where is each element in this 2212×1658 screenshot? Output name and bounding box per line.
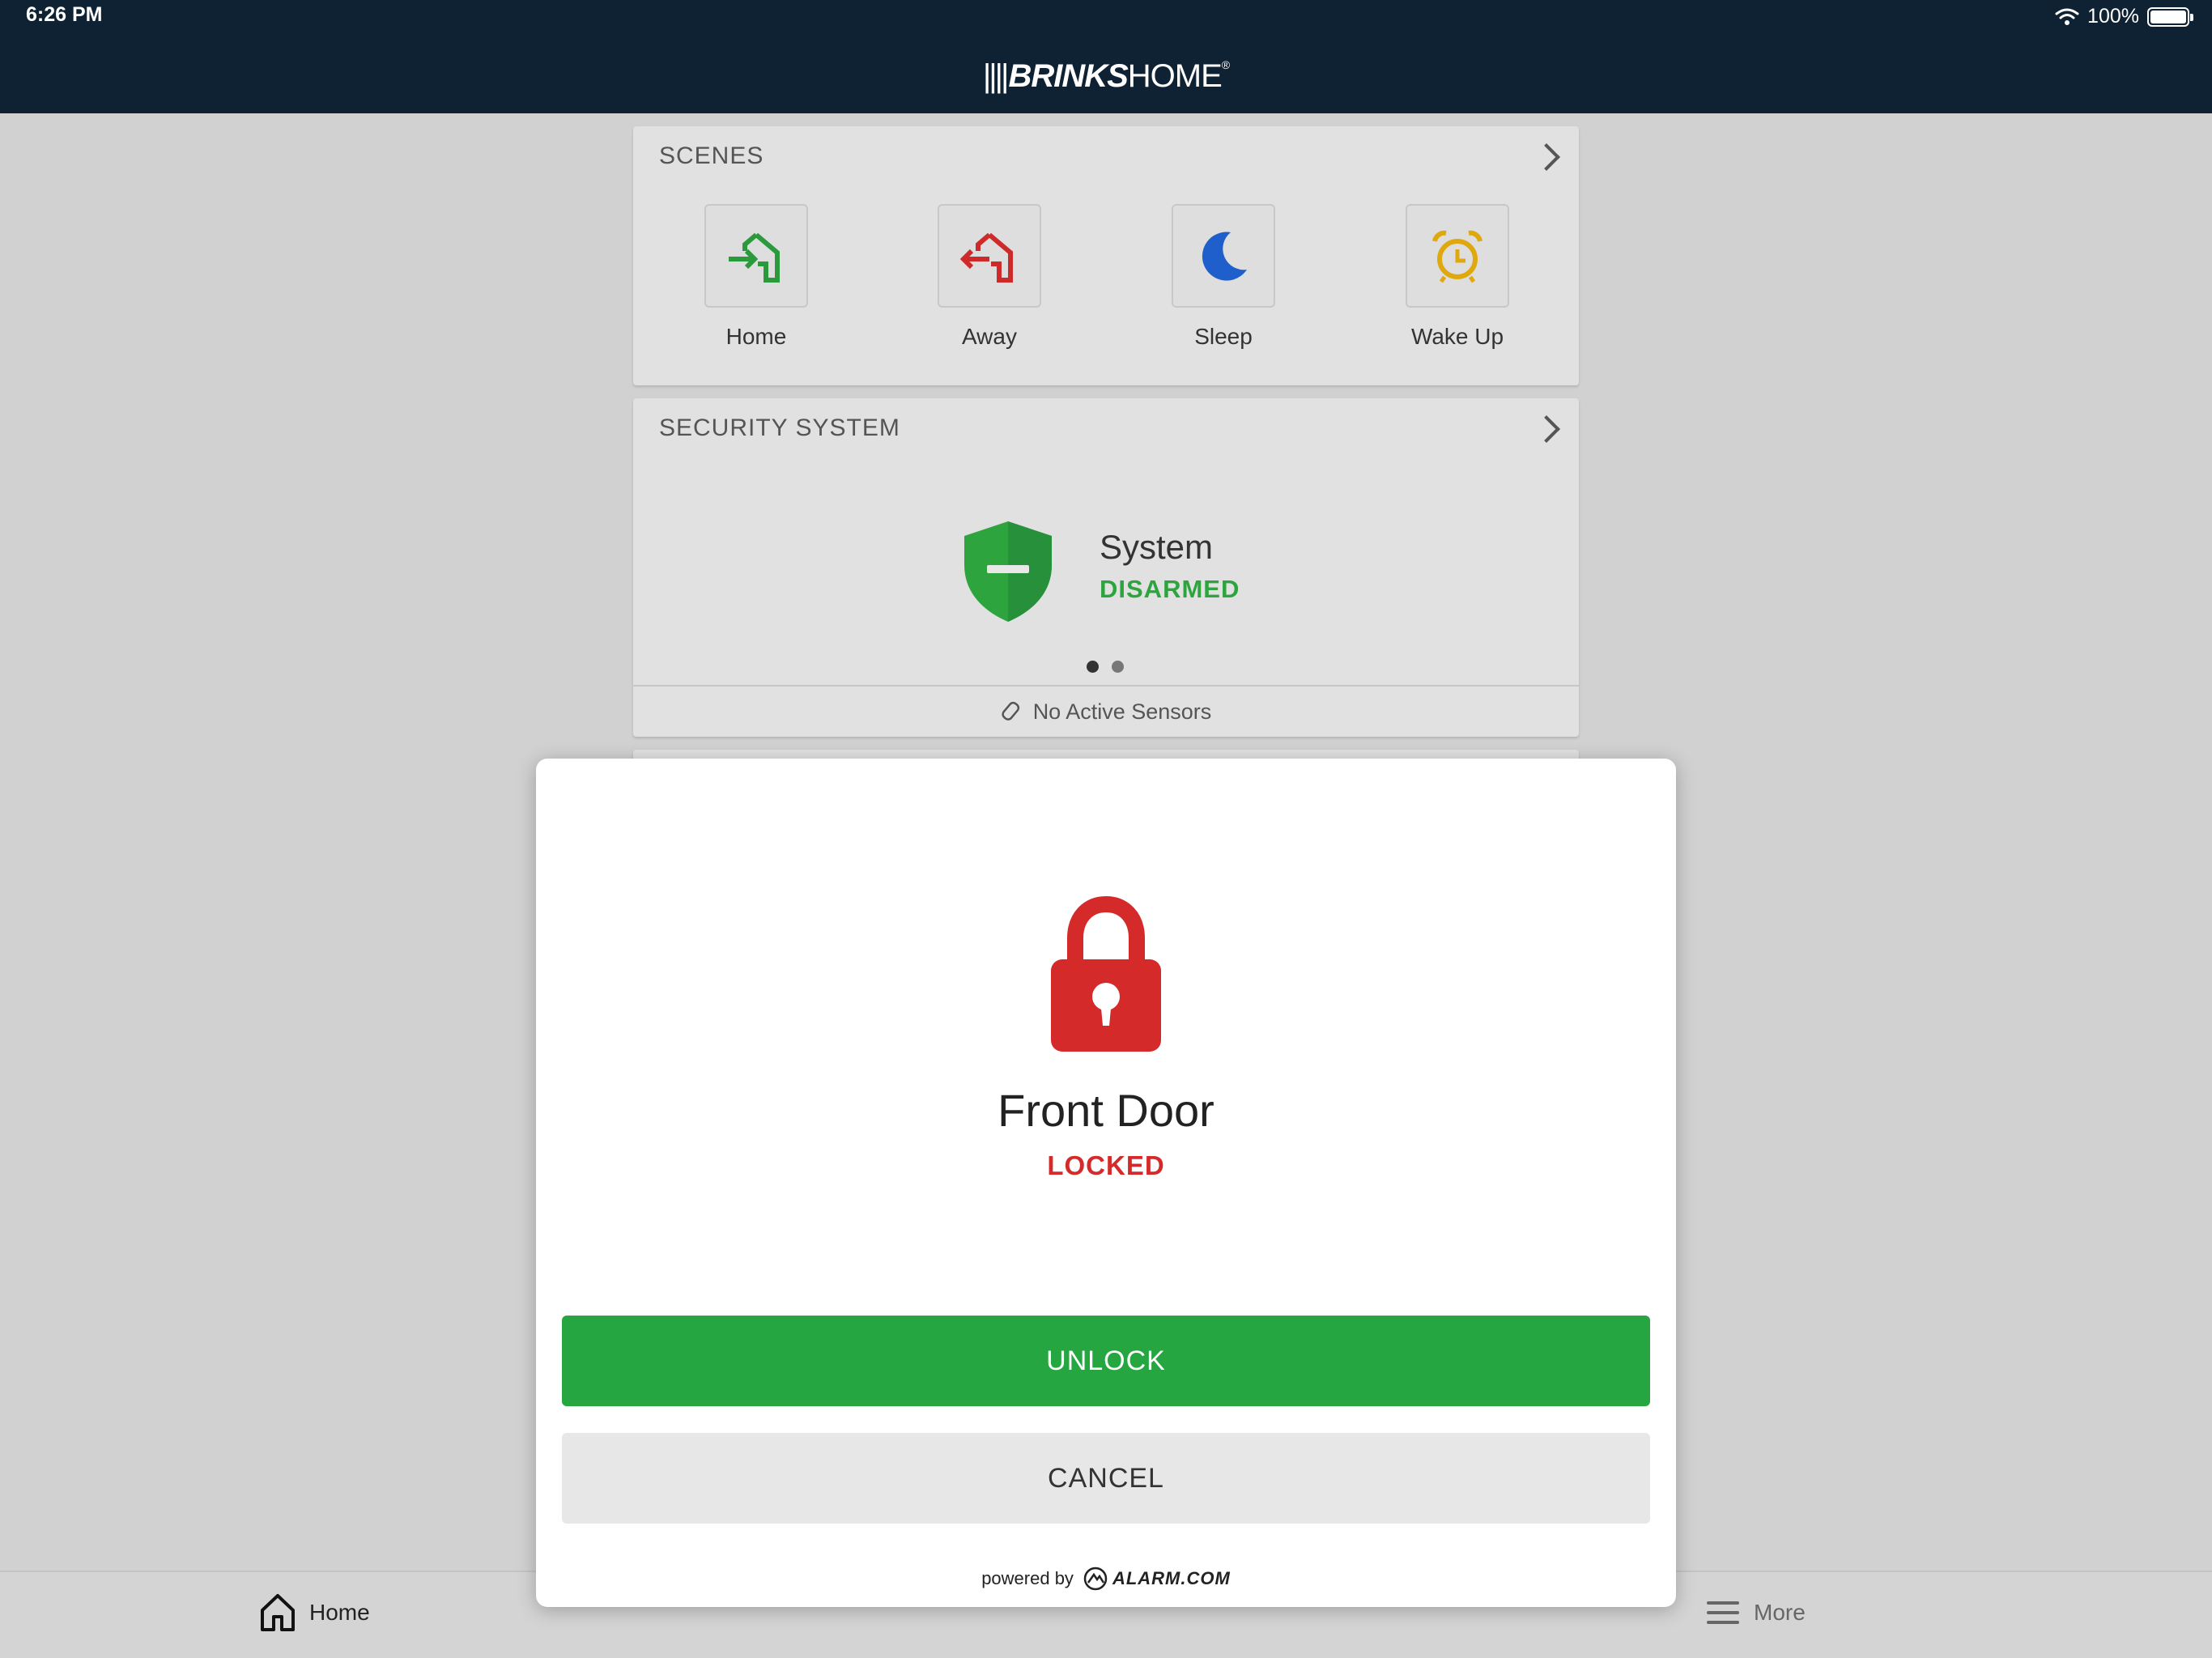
system-name: System [1100,528,1214,566]
scene-home[interactable]: Home [704,204,808,350]
battery-percent: 100% [2087,5,2139,28]
lock-control-modal: Front Door LOCKED UNLOCK CANCEL powered … [536,759,1676,1607]
padlock-locked-icon [1051,896,1161,1052]
alarm-com-logo-text: ALARM.COM [1112,1568,1231,1588]
security-title: SECURITY SYSTEM [659,414,900,441]
scenes-card: SCENES Home Away Sleep Wake Up [633,126,1579,385]
nav-home[interactable]: Home [259,1572,370,1653]
status-time: 6:26 PM [26,3,103,26]
page-dot-2[interactable] [1112,661,1124,673]
nav-more[interactable]: More [1705,1572,1806,1653]
sensors-status[interactable]: No Active Sensors [633,685,1579,737]
scene-sleep-label: Sleep [1194,324,1253,349]
powered-by-text: powered by [981,1568,1074,1588]
nav-more-label: More [1754,1600,1806,1625]
home-leave-icon [959,232,1013,283]
scenes-title: SCENES [659,142,764,169]
security-system-card: SECURITY SYSTEM System DISARMED No Activ… [633,398,1579,737]
scenes-chevron-right-icon[interactable] [1533,143,1560,171]
cancel-button[interactable]: CANCEL [562,1433,1650,1524]
security-chevron-right-icon[interactable] [1533,415,1560,443]
status-indicators: 100% [2055,5,2193,28]
scene-wake-up[interactable]: Wake Up [1406,204,1509,350]
device-state: LOCKED [1047,1150,1165,1180]
scene-wake-up-label: Wake Up [1410,324,1504,349]
scene-away-label: Away [962,324,1017,349]
page-dot-1[interactable] [1087,661,1099,673]
battery-icon [2147,6,2193,27]
scene-sleep[interactable]: Sleep [1172,204,1275,350]
sensors-text: No Active Sensors [1032,699,1212,724]
unlock-button[interactable]: UNLOCK [562,1316,1650,1406]
system-state: DISARMED [1100,575,1240,603]
alarm-com-logo: ALARM.COM [1082,1567,1231,1591]
wifi-icon [2055,8,2079,25]
scene-away[interactable]: Away [938,204,1041,350]
alarm-com-logo-icon [1083,1567,1108,1591]
alarm-clock-icon [1432,230,1482,283]
home-arrive-icon [729,232,780,283]
powered-by-footer: powered by ALARM.COM [536,1567,1676,1591]
scene-home-label: Home [725,324,787,349]
app-header: 6:26 PM 100% ||||BRINKSHOME® [0,0,2212,113]
home-icon [261,1594,295,1631]
nav-home-label: Home [309,1600,370,1625]
menu-icon [1707,1601,1739,1624]
brinks-home-logo: ||||BRINKSHOME® [982,58,1230,94]
page-indicator[interactable] [1087,661,1124,673]
sensor-icon [1002,701,1019,721]
shield-disarmed-icon[interactable] [961,518,1055,623]
device-name: Front Door [998,1085,1214,1136]
moon-icon [1202,232,1247,281]
